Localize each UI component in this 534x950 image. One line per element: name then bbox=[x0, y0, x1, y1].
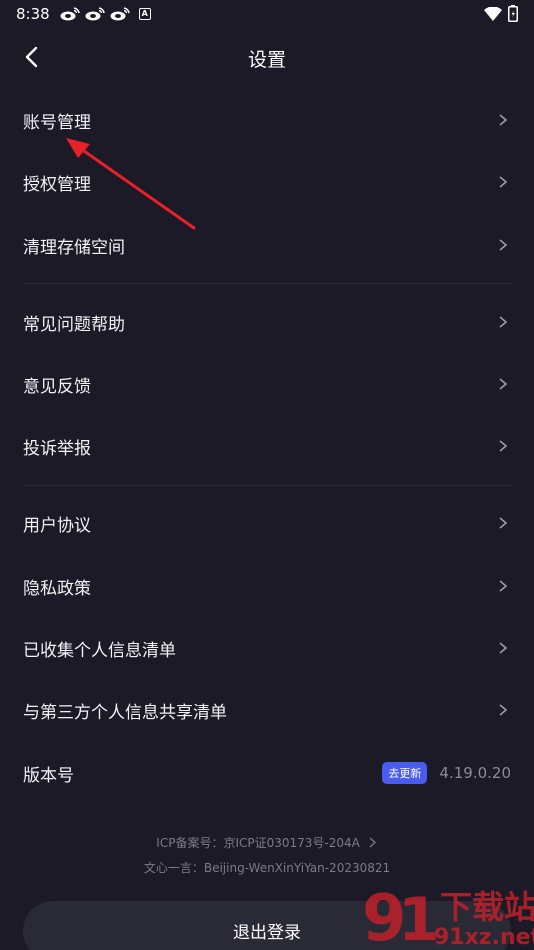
version-label: 版本号 bbox=[23, 765, 74, 786]
menu-item-label: 意见反馈 bbox=[23, 376, 91, 397]
version-value: 4.19.0.20 bbox=[439, 764, 511, 782]
menu-item-user-agreement[interactable]: 用户协议 bbox=[0, 492, 534, 554]
menu-item-label: 投诉举报 bbox=[23, 438, 91, 459]
menu-item-label: 已收集个人信息清单 bbox=[23, 640, 176, 661]
menu-item-label: 用户协议 bbox=[23, 515, 91, 536]
menu-item-feedback[interactable]: 意见反馈 bbox=[0, 353, 534, 415]
menu-item-label: 账号管理 bbox=[23, 112, 91, 133]
chevron-right-icon bbox=[369, 837, 376, 848]
chevron-right-icon bbox=[499, 316, 508, 328]
battery-icon bbox=[508, 5, 518, 22]
page-title: 设置 bbox=[247, 49, 286, 71]
menu-item-report[interactable]: 投诉举报 bbox=[0, 415, 534, 477]
update-button[interactable]: 去更新 bbox=[382, 762, 428, 784]
menu-item-authorization-management[interactable]: 授权管理 bbox=[0, 151, 534, 213]
chevron-right-icon bbox=[499, 580, 508, 592]
chevron-right-icon bbox=[499, 517, 508, 529]
status-time: 8:38 bbox=[16, 5, 50, 23]
chevron-right-icon bbox=[499, 239, 508, 251]
logout-button[interactable]: 退出登录 bbox=[23, 901, 511, 950]
status-system-icons bbox=[484, 5, 518, 22]
menu-item-label: 清理存储空间 bbox=[23, 237, 125, 258]
status-bar: 8:38 A bbox=[0, 0, 534, 28]
version-row: 版本号 去更新 4.19.0.20 bbox=[0, 742, 534, 804]
menu-item-label: 隐私政策 bbox=[23, 578, 91, 599]
menu-item-label: 授权管理 bbox=[23, 174, 91, 195]
menu-item-third-party-sharing-list[interactable]: 与第三方个人信息共享清单 bbox=[0, 679, 534, 741]
weibo-icon bbox=[60, 7, 80, 21]
menu-item-collected-info-list[interactable]: 已收集个人信息清单 bbox=[0, 617, 534, 679]
menu-item-faq-help[interactable]: 常见问题帮助 bbox=[0, 291, 534, 353]
wifi-icon bbox=[484, 6, 502, 21]
notification-badge: A bbox=[138, 8, 151, 20]
wenxin-registration: 文心一言：Beijing-WenXinYiYan-20230821 bbox=[143, 861, 391, 875]
chevron-right-icon bbox=[499, 642, 508, 654]
header: 设置 bbox=[0, 28, 534, 86]
menu-item-label: 与第三方个人信息共享清单 bbox=[23, 702, 227, 723]
weibo-icon bbox=[85, 7, 105, 21]
chevron-right-icon bbox=[499, 176, 508, 188]
divider bbox=[23, 485, 511, 486]
divider bbox=[23, 283, 511, 284]
icp-text: ICP备案号：京ICP证030173号-204A bbox=[156, 836, 360, 850]
chevron-right-icon bbox=[499, 378, 508, 390]
menu-item-clear-storage[interactable]: 清理存储空间 bbox=[0, 214, 534, 276]
menu-item-label: 常见问题帮助 bbox=[23, 314, 125, 335]
chevron-right-icon bbox=[499, 440, 508, 452]
status-notifications: A bbox=[60, 7, 151, 21]
chevron-right-icon bbox=[499, 704, 508, 716]
menu-item-account-management[interactable]: 账号管理 bbox=[0, 89, 534, 151]
weibo-icon bbox=[110, 7, 130, 21]
icp-link[interactable]: ICP备案号：京ICP证030173号-204A bbox=[0, 834, 534, 851]
chevron-right-icon bbox=[499, 114, 508, 126]
menu-item-privacy-policy[interactable]: 隐私政策 bbox=[0, 555, 534, 617]
